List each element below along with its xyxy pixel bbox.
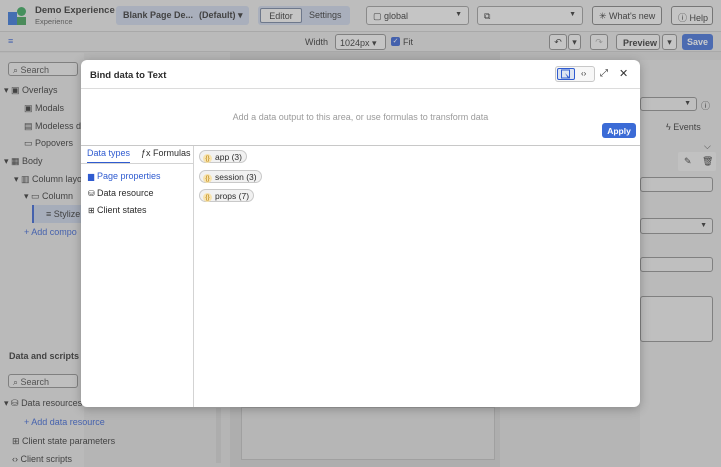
- pill-count: (7): [238, 191, 250, 201]
- page-icon: ▆: [88, 172, 95, 181]
- category-label: Client states: [97, 205, 147, 215]
- category-client-states[interactable]: ⊞ Client states: [88, 205, 147, 215]
- object-icon: {}: [203, 193, 212, 202]
- category-label: Data resource: [97, 188, 154, 198]
- pill-count: (3): [231, 152, 242, 162]
- divider: [81, 88, 640, 89]
- pick-data-mode-button[interactable]: [557, 68, 575, 80]
- tab-formulas[interactable]: ƒx Formulas: [141, 148, 191, 164]
- pill-name: props: [215, 191, 237, 201]
- modal-title: Bind data to Text: [90, 70, 167, 81]
- object-icon: {}: [203, 154, 212, 163]
- cursor-icon: [561, 69, 570, 79]
- object-icon: {}: [203, 174, 212, 183]
- data-pill-session[interactable]: {} session (3): [199, 170, 262, 183]
- pill-count: (3): [246, 172, 257, 182]
- data-types-panel: [81, 146, 194, 407]
- database-icon: ⛁: [88, 189, 95, 198]
- data-pill-app[interactable]: {} app (3): [199, 150, 247, 163]
- pill-name: session: [215, 172, 244, 182]
- apply-button[interactable]: Apply: [602, 123, 636, 138]
- bind-data-modal: Bind data to Text ‹› ⤢ ✕ Add a data outp…: [81, 60, 640, 407]
- function-icon: ƒx: [141, 148, 154, 158]
- data-pill-props[interactable]: {} props (7): [199, 189, 255, 202]
- tab-data-types[interactable]: Data types: [87, 148, 131, 164]
- close-icon[interactable]: ✕: [619, 67, 628, 80]
- category-label: Page properties: [97, 171, 161, 181]
- pill-name: app: [215, 152, 230, 162]
- formula-drop-area[interactable]: Add a data output to this area, or use f…: [81, 112, 640, 122]
- expand-icon[interactable]: ⤢: [600, 68, 608, 79]
- divider: [81, 163, 194, 164]
- tab-label: Formulas: [153, 148, 191, 158]
- client-state-icon: ⊞: [88, 206, 95, 215]
- category-data-resource[interactable]: ⛁ Data resource: [88, 188, 154, 198]
- bind-mode-toggle: ‹›: [555, 66, 595, 82]
- category-page-properties[interactable]: ▆ Page properties: [88, 171, 161, 181]
- code-mode-icon[interactable]: ‹›: [581, 69, 586, 78]
